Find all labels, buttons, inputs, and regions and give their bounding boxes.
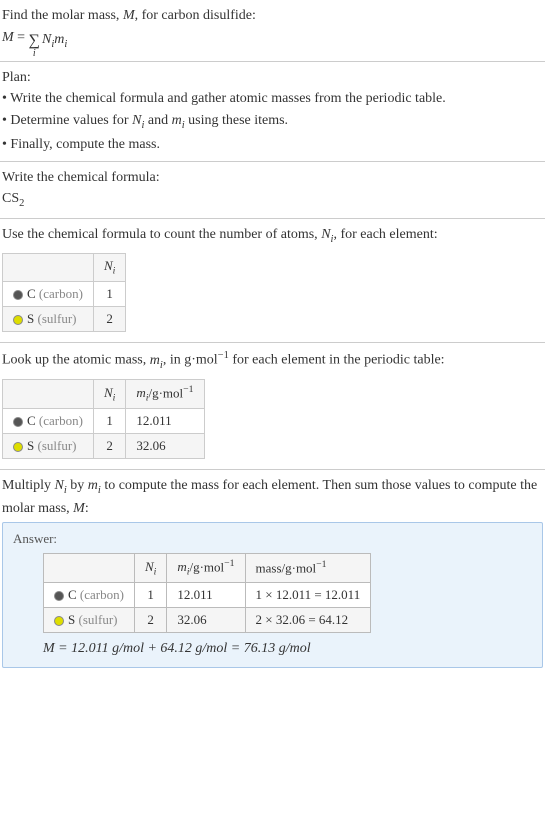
cell-element: S (sulfur) bbox=[3, 434, 94, 459]
element-symbol: S bbox=[27, 438, 34, 453]
cell-m: 12.011 bbox=[167, 583, 245, 608]
answer-table: Ni mi/g·mol−1 mass/g·mol−1 C (carbon) 1 … bbox=[43, 553, 371, 633]
element-symbol: C bbox=[68, 587, 77, 602]
cell-n: 1 bbox=[93, 409, 125, 434]
chem-formula-base: CS bbox=[2, 191, 19, 206]
element-name: (sulfur) bbox=[37, 438, 76, 453]
chem-formula-prompt: Write the chemical formula: bbox=[2, 168, 543, 188]
col-n: Ni bbox=[93, 254, 125, 282]
plan-item: Determine values for Ni and mi using the… bbox=[2, 111, 543, 133]
multiply-prompt: Multiply Ni by mi to compute the mass fo… bbox=[2, 476, 543, 518]
intro-section: Find the molar mass, M, for carbon disul… bbox=[0, 0, 545, 62]
plan-heading: Plan: bbox=[2, 68, 543, 88]
plan-item: Write the chemical formula and gather at… bbox=[2, 89, 543, 109]
cell-n: 2 bbox=[93, 307, 125, 332]
sulfur-swatch-icon bbox=[54, 616, 64, 626]
cell-n: 1 bbox=[93, 282, 125, 307]
intro-formula: M = ∑ i Nimi bbox=[2, 28, 543, 55]
multiply-section: Multiply Ni by mi to compute the mass fo… bbox=[0, 470, 545, 672]
mass-section: Look up the atomic mass, mi, in g·mol−1 … bbox=[0, 343, 545, 470]
cell-n: 2 bbox=[134, 608, 166, 633]
col-n: Ni bbox=[93, 380, 125, 409]
col-mass: mass/g·mol−1 bbox=[245, 554, 371, 583]
answer-box: Answer: Ni mi/g·mol−1 mass/g·mol−1 C (ca… bbox=[2, 522, 543, 668]
carbon-swatch-icon bbox=[13, 290, 23, 300]
chem-formula-value: CS2 bbox=[2, 189, 543, 211]
count-table: Ni C (carbon) 1 S (sulfur) 2 bbox=[2, 253, 126, 332]
answer-label: Answer: bbox=[13, 531, 532, 547]
cell-m: 32.06 bbox=[167, 608, 245, 633]
col-m: mi/g·mol−1 bbox=[126, 380, 204, 409]
element-name: (carbon) bbox=[39, 413, 83, 428]
col-m: mi/g·mol−1 bbox=[167, 554, 245, 583]
cell-n: 1 bbox=[134, 583, 166, 608]
cell-mass: 2 × 32.06 = 64.12 bbox=[245, 608, 371, 633]
element-symbol: S bbox=[27, 311, 34, 326]
sulfur-swatch-icon bbox=[13, 315, 23, 325]
table-row: S (sulfur) 2 bbox=[3, 307, 126, 332]
table-row: S (sulfur) 2 32.06 bbox=[3, 434, 205, 459]
element-name: (sulfur) bbox=[37, 311, 76, 326]
cell-element: C (carbon) bbox=[3, 282, 94, 307]
element-symbol: C bbox=[27, 286, 36, 301]
mass-table: Ni mi/g·mol−1 C (carbon) 1 12.011 S (sul… bbox=[2, 379, 205, 459]
element-symbol: S bbox=[68, 612, 75, 627]
cell-m: 12.011 bbox=[126, 409, 204, 434]
table-row: C (carbon) 1 bbox=[3, 282, 126, 307]
intro-prompt: Find the molar mass, M, for carbon disul… bbox=[2, 6, 543, 26]
sigma-icon: ∑ i bbox=[29, 33, 40, 59]
table-row: S (sulfur) 2 32.06 2 × 32.06 = 64.12 bbox=[44, 608, 371, 633]
answer-content: Ni mi/g·mol−1 mass/g·mol−1 C (carbon) 1 … bbox=[43, 553, 532, 657]
final-equation: M = 12.011 g/mol + 64.12 g/mol = 76.13 g… bbox=[43, 641, 532, 657]
plan-section: Plan: Write the chemical formula and gat… bbox=[0, 62, 545, 162]
count-section: Use the chemical formula to count the nu… bbox=[0, 219, 545, 343]
cell-element: S (sulfur) bbox=[3, 307, 94, 332]
chem-formula-sub: 2 bbox=[19, 198, 24, 209]
cell-element: S (sulfur) bbox=[44, 608, 135, 633]
sulfur-swatch-icon bbox=[13, 442, 23, 452]
cell-n: 2 bbox=[93, 434, 125, 459]
count-prompt: Use the chemical formula to count the nu… bbox=[2, 225, 543, 247]
col-element bbox=[3, 380, 94, 409]
col-element bbox=[44, 554, 135, 583]
element-symbol: C bbox=[27, 413, 36, 428]
col-element bbox=[3, 254, 94, 282]
col-n: Ni bbox=[134, 554, 166, 583]
plan-item: Finally, compute the mass. bbox=[2, 135, 543, 155]
carbon-swatch-icon bbox=[54, 591, 64, 601]
table-header-row: Ni mi/g·mol−1 bbox=[3, 380, 205, 409]
mass-prompt: Look up the atomic mass, mi, in g·mol−1 … bbox=[2, 349, 543, 373]
cell-m: 32.06 bbox=[126, 434, 204, 459]
carbon-swatch-icon bbox=[13, 417, 23, 427]
element-name: (carbon) bbox=[80, 587, 124, 602]
table-row: C (carbon) 1 12.011 bbox=[3, 409, 205, 434]
table-header-row: Ni bbox=[3, 254, 126, 282]
element-name: (sulfur) bbox=[78, 612, 117, 627]
cell-element: C (carbon) bbox=[3, 409, 94, 434]
element-name: (carbon) bbox=[39, 286, 83, 301]
table-header-row: Ni mi/g·mol−1 mass/g·mol−1 bbox=[44, 554, 371, 583]
cell-mass: 1 × 12.011 = 12.011 bbox=[245, 583, 371, 608]
cell-element: C (carbon) bbox=[44, 583, 135, 608]
table-row: C (carbon) 1 12.011 1 × 12.011 = 12.011 bbox=[44, 583, 371, 608]
chem-formula-section: Write the chemical formula: CS2 bbox=[0, 162, 545, 219]
